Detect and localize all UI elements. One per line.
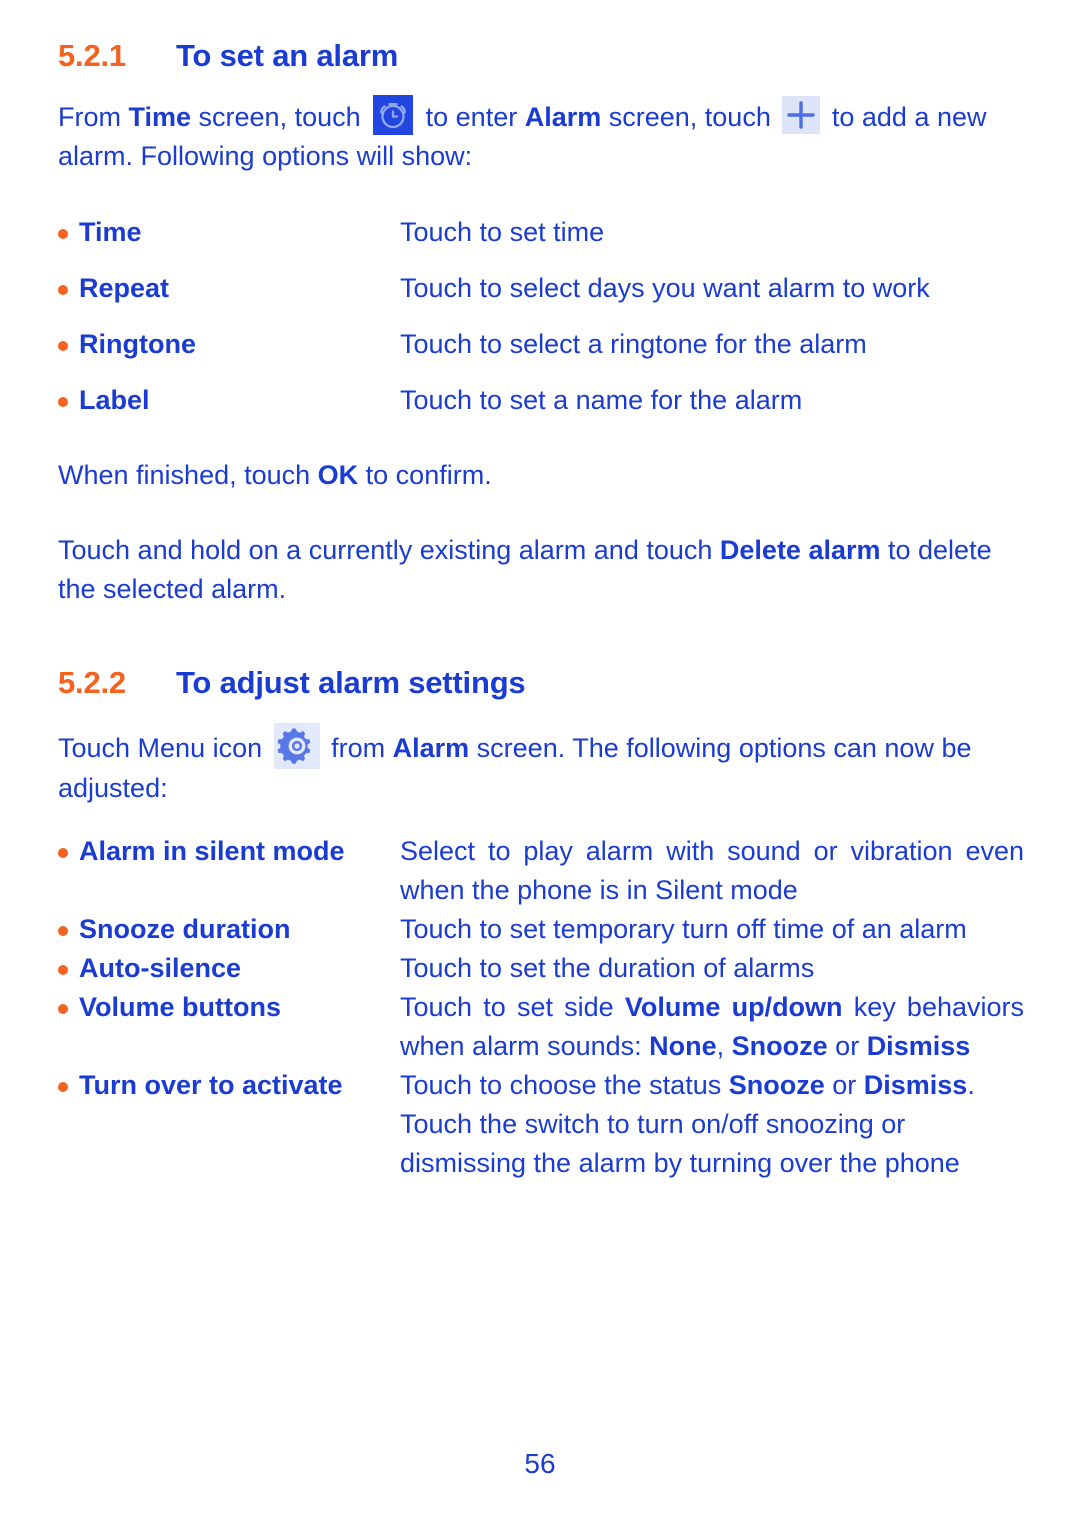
heading-title: To set an alarm bbox=[176, 38, 399, 73]
confirm-text-part-1: When finished, touch bbox=[58, 460, 318, 490]
bullet-icon bbox=[58, 285, 68, 295]
bullet-icon bbox=[58, 965, 68, 975]
term-cell: Label bbox=[58, 381, 400, 420]
bullet-icon bbox=[58, 229, 68, 239]
option-desc-turn-over-to-activate: Touch to choose the status Snooze or Dis… bbox=[400, 1066, 1024, 1183]
confirm-text-part-2: to confirm. bbox=[358, 460, 492, 490]
alarm-clock-icon[interactable] bbox=[373, 95, 414, 135]
adjust-options-list: Alarm in silent mode Select to play alar… bbox=[58, 832, 1024, 1183]
vb-part-4: or bbox=[827, 1031, 867, 1061]
plus-icon[interactable] bbox=[782, 96, 821, 134]
option-desc-ringtone: Touch to select a ringtone for the alarm bbox=[400, 329, 867, 359]
list-item: Repeat Touch to select days you want ala… bbox=[58, 269, 1024, 308]
option-term-ringtone: Ringtone bbox=[79, 329, 196, 359]
bullet-icon bbox=[58, 397, 68, 407]
option-term-time: Time bbox=[79, 217, 142, 247]
list-item: Volume buttons Touch to set side Volume … bbox=[58, 988, 1024, 1066]
option-term-repeat: Repeat bbox=[79, 273, 170, 303]
confirm-paragraph: When finished, touch OK to confirm. bbox=[58, 456, 1024, 495]
term-cell: Volume buttons bbox=[58, 988, 400, 1027]
option-term-auto-silence: Auto-silence bbox=[79, 953, 242, 983]
term-cell: Turn over to activate bbox=[58, 1066, 400, 1105]
bullet-icon bbox=[58, 341, 68, 351]
vb-bold-none: None bbox=[649, 1031, 717, 1061]
ok-bold: OK bbox=[317, 460, 359, 490]
heading-title: To adjust alarm settings bbox=[176, 665, 526, 700]
term-cell: Time bbox=[58, 213, 400, 252]
alarm-bold-1: Alarm bbox=[524, 102, 602, 132]
option-desc-auto-silence: Touch to set the duration of alarms bbox=[400, 953, 815, 983]
list-item: Alarm in silent mode Select to play alar… bbox=[58, 832, 1024, 910]
option-desc-label: Touch to set a name for the alarm bbox=[400, 385, 803, 415]
intro-paragraph-2: Touch Menu icon from Alarm screen. The f… bbox=[58, 723, 1024, 808]
intro-text-part-4: screen, touch bbox=[601, 102, 779, 132]
option-desc-time: Touch to set time bbox=[400, 217, 605, 247]
bullet-icon bbox=[58, 926, 68, 936]
gear-icon[interactable] bbox=[273, 723, 320, 769]
option-term-alarm-in-silent-mode: Alarm in silent mode bbox=[79, 836, 345, 866]
term-cell: Repeat bbox=[58, 269, 400, 308]
to-bold-dismiss: Dismiss bbox=[863, 1070, 968, 1100]
bullet-icon bbox=[58, 1004, 68, 1014]
list-item: Auto-silence Touch to set the duration o… bbox=[58, 949, 1024, 988]
list-item: Snooze duration Touch to set temporary t… bbox=[58, 910, 1024, 949]
document-page: 5.2.1 To set an alarm From Time screen, … bbox=[0, 0, 1080, 1534]
list-item: Turn over to activate Touch to choose th… bbox=[58, 1066, 1024, 1183]
option-term-volume-buttons: Volume buttons bbox=[79, 992, 281, 1022]
term-cell: Alarm in silent mode bbox=[58, 832, 400, 871]
intro-text-part-1: From bbox=[58, 102, 129, 132]
option-desc-volume-buttons: Touch to set side Volume up/down key beh… bbox=[400, 988, 1024, 1066]
term-cell: Auto-silence bbox=[58, 949, 400, 988]
delete-paragraph: Touch and hold on a currently existing a… bbox=[58, 531, 1024, 609]
intro-text-part-2: screen, touch bbox=[191, 102, 369, 132]
option-desc-alarm-in-silent-mode: Select to play alarm with sound or vibra… bbox=[400, 836, 1024, 905]
option-term-snooze-duration: Snooze duration bbox=[79, 914, 291, 944]
vb-part-1: Touch to set side bbox=[400, 992, 625, 1022]
heading-number: 5.2.1 bbox=[58, 38, 126, 73]
delete-alarm-bold: Delete alarm bbox=[719, 535, 881, 565]
alarm-bold-2: Alarm bbox=[392, 733, 470, 763]
menu-text-part-1: Touch Menu icon bbox=[58, 733, 270, 763]
list-item: Label Touch to set a name for the alarm bbox=[58, 381, 1024, 420]
vb-bold-snooze: Snooze bbox=[731, 1031, 828, 1061]
alarm-options-list: Time Touch to set time Repeat Touch to s… bbox=[58, 213, 1024, 420]
bullet-icon bbox=[58, 848, 68, 858]
vb-bold-dismiss: Dismiss bbox=[866, 1031, 971, 1061]
option-desc-snooze-duration: Touch to set temporary turn off time of … bbox=[400, 914, 967, 944]
intro-paragraph-1: From Time screen, touch to enter Alarm s… bbox=[58, 95, 1024, 176]
option-term-label: Label bbox=[79, 385, 150, 415]
time-bold: Time bbox=[128, 102, 192, 132]
heading-5-2-1: 5.2.1 To set an alarm bbox=[58, 36, 1024, 76]
list-item: Ringtone Touch to select a ringtone for … bbox=[58, 325, 1024, 364]
term-cell: Snooze duration bbox=[58, 910, 400, 949]
option-term-turn-over-to-activate: Turn over to activate bbox=[79, 1070, 343, 1100]
intro-text-part-3: to enter bbox=[418, 102, 525, 132]
to-bold-snooze: Snooze bbox=[728, 1070, 825, 1100]
menu-text-part-2: from bbox=[323, 733, 393, 763]
vb-part-3: , bbox=[716, 1031, 732, 1061]
heading-5-2-2: 5.2.2 To adjust alarm settings bbox=[58, 663, 1024, 703]
list-item: Time Touch to set time bbox=[58, 213, 1024, 252]
bullet-icon bbox=[58, 1082, 68, 1092]
to-part-1: Touch to choose the status bbox=[400, 1070, 729, 1100]
heading-number: 5.2.2 bbox=[58, 665, 126, 700]
page-number: 56 bbox=[524, 1448, 556, 1479]
to-part-2: or bbox=[824, 1070, 864, 1100]
option-desc-repeat: Touch to select days you want alarm to w… bbox=[400, 273, 930, 303]
delete-text-part-1: Touch and hold on a currently existing a… bbox=[58, 535, 720, 565]
term-cell: Ringtone bbox=[58, 325, 400, 364]
vb-bold-volume-updown: Volume up/down bbox=[624, 992, 843, 1022]
page-content: 5.2.1 To set an alarm From Time screen, … bbox=[58, 36, 1024, 1183]
